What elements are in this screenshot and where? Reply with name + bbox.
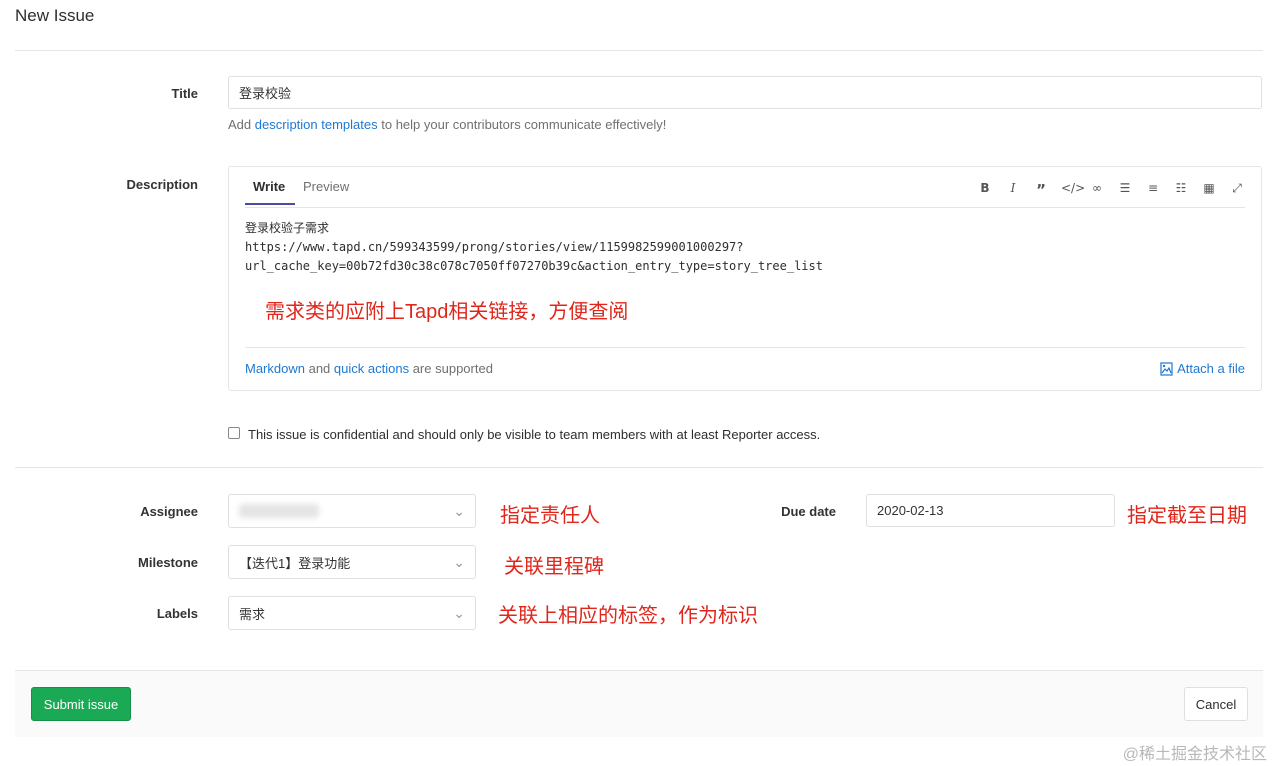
assignee-redacted-value [239, 504, 319, 518]
title-input[interactable]: 登录校验 [228, 76, 1262, 109]
labels-value: 需求 [239, 606, 266, 622]
due-date-value: 2020-02-13 [877, 503, 944, 518]
description-textarea[interactable]: 登录校验子需求 https://www.tapd.cn/599343599/pro… [245, 219, 823, 276]
milestone-annotation: 关联里程碑 [504, 556, 604, 578]
labels-dropdown[interactable]: 需求 ⌄ [228, 596, 476, 630]
milestone-value: 【迭代1】登录功能 [239, 555, 351, 571]
due-date-label: Due date [781, 504, 836, 519]
description-label: Description [126, 177, 198, 192]
confidential-label: This issue is confidential and should on… [248, 427, 821, 442]
assignee-annotation: 指定责任人 [500, 505, 600, 527]
markdown-toolbar: B I ” </> ∞ ☰ ≡ ☷ ▦ ⤢ [977, 181, 1245, 199]
bold-icon[interactable]: B [977, 181, 993, 199]
description-line-1: 登录校验子需求 [245, 221, 330, 235]
labels-annotation: 关联上相应的标签，作为标识 [498, 605, 758, 627]
task-list-icon[interactable]: ☷ [1173, 181, 1189, 199]
editor-footer-divider [245, 347, 1245, 348]
attach-file-label: Attach a file [1177, 361, 1245, 376]
bullet-list-icon[interactable]: ☰ [1117, 181, 1133, 199]
title-label: Title [171, 86, 199, 101]
templates-hint: Add description templates to help your c… [228, 117, 666, 132]
due-date-input[interactable]: 2020-02-13 [866, 494, 1115, 527]
labels-label: Labels [156, 606, 198, 621]
link-icon[interactable]: ∞ [1089, 181, 1105, 199]
assignee-dropdown[interactable]: ⌄ [228, 494, 476, 528]
fullscreen-icon[interactable]: ⤢ [1229, 181, 1245, 199]
milestone-dropdown[interactable]: 【迭代1】登录功能 ⌄ [228, 545, 476, 579]
chevron-down-icon: ⌄ [453, 553, 465, 570]
due-date-annotation: 指定截至日期 [1127, 505, 1247, 527]
description-templates-link[interactable]: description templates [255, 117, 378, 132]
header-divider [15, 50, 1263, 51]
milestone-label: Milestone [138, 555, 198, 570]
tab-preview[interactable]: Preview [303, 179, 349, 194]
assignee-label: Assignee [140, 504, 198, 519]
italic-icon[interactable]: I [1005, 181, 1021, 199]
image-icon [1160, 361, 1173, 376]
numbered-list-icon[interactable]: ≡ [1145, 181, 1161, 199]
confidential-checkbox[interactable] [228, 427, 240, 439]
chevron-down-icon: ⌄ [453, 502, 465, 519]
description-line-3: url_cache_key=00b72fd30c38c078c7050ff072… [245, 259, 823, 273]
markdown-footer: Markdown and quick actions are supported [245, 361, 493, 376]
quick-actions-link[interactable]: quick actions [334, 361, 409, 376]
description-line-2: https://www.tapd.cn/599343599/prong/stor… [245, 240, 744, 254]
description-annotation: 需求类的应附上Tapd相关链接，方便查阅 [265, 301, 629, 323]
tab-divider [245, 207, 1245, 208]
quote-icon[interactable]: ” [1033, 181, 1049, 199]
page-title: New Issue [15, 6, 95, 25]
table-icon[interactable]: ▦ [1201, 181, 1217, 199]
templates-hint-suffix: to help your contributors communicate ef… [381, 117, 667, 132]
watermark: @稀土掘金技术社区 [1122, 746, 1267, 763]
cancel-button[interactable]: Cancel [1184, 687, 1248, 721]
markdown-link[interactable]: Markdown [245, 361, 305, 376]
section-divider [15, 467, 1263, 468]
templates-hint-prefix: Add [228, 117, 252, 132]
tab-write[interactable]: Write [253, 179, 285, 194]
title-input-value: 登录校验 [239, 86, 292, 101]
markdown-footer-and: and [308, 361, 331, 376]
submit-issue-button[interactable]: Submit issue [31, 687, 131, 721]
markdown-footer-suffix: are supported [412, 361, 493, 376]
form-actions-bar: Submit issue Cancel [15, 670, 1263, 737]
active-tab-underline [245, 203, 295, 205]
chevron-down-icon: ⌄ [453, 604, 465, 621]
code-icon[interactable]: </> [1061, 181, 1085, 199]
markdown-editor: Write Preview B I ” </> ∞ ☰ ≡ ☷ ▦ ⤢ 登录校验… [228, 166, 1262, 391]
attach-file-button[interactable]: Attach a file [1160, 361, 1245, 376]
